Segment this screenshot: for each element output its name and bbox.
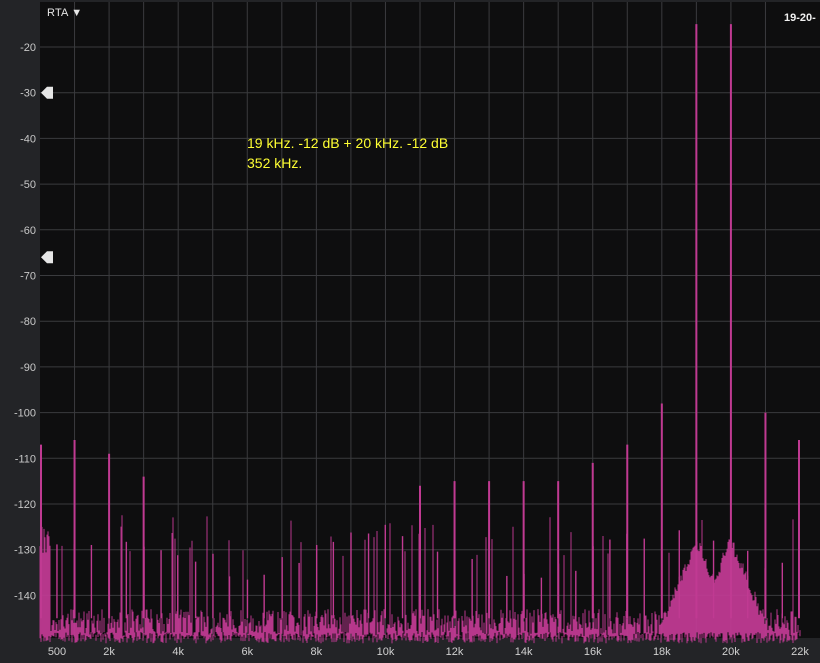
x-tick-label: 16k xyxy=(584,646,602,658)
x-tick-label: 20k xyxy=(722,646,740,658)
y-tick-label: -100 xyxy=(14,408,36,420)
x-tick-label: 6k xyxy=(241,646,253,658)
y-tick-label: -40 xyxy=(20,133,36,145)
y-tick-label: -130 xyxy=(14,545,36,557)
grid xyxy=(40,2,820,638)
x-tick-label: 4k xyxy=(172,646,184,658)
rta-mode-dropdown[interactable]: RTA ▼ xyxy=(47,7,82,19)
x-axis-ticks: 500 2k 4k 6k 8k 10k 12k 14k 16k 18k 20k 22k xyxy=(48,646,810,658)
x-tick-label: 10k xyxy=(377,646,395,658)
measurement-annotation: 19 kHz. -12 dB + 20 kHz. -12 dB 352 kHz. xyxy=(247,133,448,173)
y-tick-label: -120 xyxy=(14,499,36,511)
annotation-line-2: 352 kHz. xyxy=(247,155,303,171)
level-markers[interactable] xyxy=(41,86,53,264)
x-tick-label: 12k xyxy=(446,646,464,658)
y-tick-label: -60 xyxy=(20,225,36,237)
lower-threshold-marker[interactable] xyxy=(41,251,53,264)
upper-threshold-marker[interactable] xyxy=(41,86,53,99)
y-tick-label: -90 xyxy=(20,362,36,374)
rta-window: -20 -30 -40 -50 -60 -70 -80 -90 -100 -110 -120 -130… xyxy=(0,0,820,663)
y-tick-label: -20 xyxy=(20,42,36,54)
spectrum-chart: -20 -30 -40 -50 -60 -70 -80 -90 -100 -110 -120 -130… xyxy=(14,2,820,658)
y-tick-label: -30 xyxy=(20,88,36,100)
y-tick-label: -80 xyxy=(20,316,36,328)
x-tick-label: 22k xyxy=(791,646,809,658)
y-tick-label: -110 xyxy=(15,453,36,465)
y-tick-label: -140 xyxy=(14,590,36,602)
annotation-line-1: 19 kHz. -12 dB + 20 kHz. -12 dB xyxy=(247,135,449,151)
trace-name-label: 19-20- xyxy=(784,12,816,24)
y-tick-label: -70 xyxy=(20,271,36,283)
x-tick-label: 14k xyxy=(515,646,533,658)
x-tick-label: 500 xyxy=(48,646,66,658)
x-tick-label: 2k xyxy=(103,646,115,658)
y-axis-ticks: -20 -30 -40 -50 -60 -70 -80 -90 -100 -110 -120 -130… xyxy=(14,42,36,602)
x-tick-label: 18k xyxy=(653,646,671,658)
x-tick-label: 8k xyxy=(311,646,323,658)
y-tick-label: -50 xyxy=(20,179,36,191)
